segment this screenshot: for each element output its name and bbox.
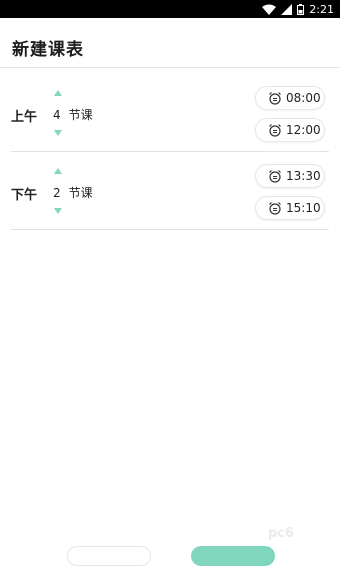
lesson-count-row: 4 节课 <box>53 106 93 123</box>
watermark: pc6 <box>268 522 332 544</box>
secondary-action-button[interactable] <box>67 546 151 566</box>
increase-arrow-icon[interactable] <box>54 168 62 174</box>
app-header: 新建课表 <box>0 18 340 68</box>
period-label-morning: 上午 <box>11 110 38 125</box>
period-label-afternoon: 下午 <box>11 188 38 203</box>
start-time-button[interactable]: 08:00 <box>255 86 325 110</box>
time-value: 12:00 <box>286 123 321 137</box>
alarm-clock-icon <box>268 123 282 137</box>
time-value: 15:10 <box>286 201 321 215</box>
lesson-count: 4 <box>53 108 61 122</box>
primary-action-button[interactable] <box>191 546 275 566</box>
alarm-clock-icon <box>268 169 282 183</box>
afternoon-lesson-stepper: 2 节课 <box>51 166 107 222</box>
start-time-button[interactable]: 13:30 <box>255 164 325 188</box>
wifi-icon <box>262 4 277 15</box>
end-time-button[interactable]: 12:00 <box>255 118 325 142</box>
afternoon-section: 下午 2 节课 13:30 15:10 <box>11 158 329 230</box>
alarm-clock-icon <box>268 201 282 215</box>
morning-section: 上午 4 节课 08:00 12:00 <box>11 80 329 152</box>
battery-icon <box>297 3 305 15</box>
alarm-clock-icon <box>268 91 282 105</box>
morning-lesson-stepper: 4 节课 <box>51 88 107 144</box>
status-bar: 2:21 <box>0 0 340 18</box>
increase-arrow-icon[interactable] <box>54 90 62 96</box>
decrease-arrow-icon[interactable] <box>54 208 62 214</box>
watermark-text: pc6 <box>268 525 295 541</box>
time-value: 13:30 <box>286 169 321 183</box>
decrease-arrow-icon[interactable] <box>54 130 62 136</box>
lesson-unit: 节课 <box>68 186 93 200</box>
end-time-button[interactable]: 15:10 <box>255 196 325 220</box>
lesson-unit: 节课 <box>68 108 93 122</box>
signal-icon <box>281 3 293 15</box>
lesson-count: 2 <box>53 186 61 200</box>
status-time: 2:21 <box>309 2 334 16</box>
page-title: 新建课表 <box>12 40 84 60</box>
lesson-count-row: 2 节课 <box>53 184 93 201</box>
time-value: 08:00 <box>286 91 321 105</box>
